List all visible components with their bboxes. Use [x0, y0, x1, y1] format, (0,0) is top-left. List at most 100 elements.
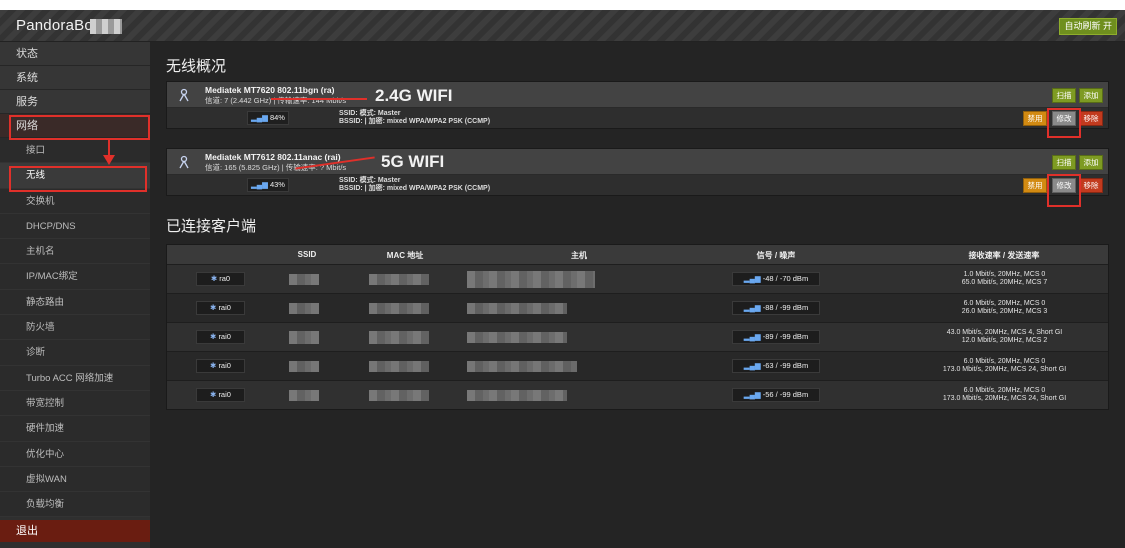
remove-button[interactable]: 移除 [1079, 178, 1103, 193]
ssid-redacted [289, 303, 319, 314]
signal-noise-value: -63 / -99 dBm [762, 361, 809, 370]
col-rate: 接收速率 / 发送速率 [968, 251, 1040, 260]
ssid-line: SSID: 模式: Master [339, 177, 401, 184]
radio-panel-2g: Mediatek MT7620 802.11bgn (ra) 信道: 7 (2.… [166, 81, 1109, 129]
sidebar-item-ip-mac-binding[interactable]: IP/MAC绑定 [0, 264, 150, 290]
rx-rate: 6.0 Mbit/s, 20MHz, MCS 0 [963, 387, 1046, 394]
sidebar-item-hw-accel[interactable]: 硬件加速 [0, 416, 150, 442]
sidebar-item-static-routes[interactable]: 静态路由 [0, 289, 150, 316]
sidebar-item-bandwidth[interactable]: 带宽控制 [0, 390, 150, 417]
signal-noise: ▂▄▆ -56 / -99 dBm [732, 388, 820, 402]
iface-badge: ✱ rai0 [196, 388, 245, 402]
annotation-label-5g: 5G WIFI [381, 152, 445, 171]
signal-noise-value: -88 / -99 dBm [762, 303, 809, 312]
sidebar-item-hostnames[interactable]: 主机名 [0, 239, 150, 265]
disable-button[interactable]: 禁用 [1023, 111, 1047, 126]
wifi-icon: ✱ [210, 274, 218, 283]
signal-bars-icon: ▂▄▆ [743, 303, 761, 312]
ssid-redacted [289, 274, 319, 285]
sidebar-item-status[interactable]: 状态 [0, 42, 150, 66]
rate-info: 6.0 Mbit/s, 20MHz, MCS 0 26.0 Mbit/s, 20M… [927, 300, 1082, 316]
col-signal: 信号 / 噪声 [756, 251, 796, 260]
host-redacted [467, 390, 567, 401]
overview-title: 无线概况 [166, 58, 227, 75]
mac-redacted [369, 331, 429, 344]
table-row: ✱ rai0 ▂▄▆ -56 / -99 dBm 6.0 Mbit/s, 20M… [167, 380, 1108, 409]
auto-refresh-toggle[interactable]: 自动刷新 开 [1059, 18, 1117, 35]
rate-info: 43.0 Mbit/s, 20MHz, MCS 4, Short GI 12.0 … [927, 329, 1082, 345]
radio-header: Mediatek MT7620 802.11bgn (ra) 信道: 7 (2.… [167, 82, 1108, 108]
mac-redacted [369, 390, 429, 401]
main-content: 无线概况 Mediatek MT7620 802.11bgn (ra) 信道: … [150, 42, 1125, 548]
signal-noise-value: -56 / -99 dBm [762, 390, 809, 399]
host-redacted [467, 271, 595, 288]
antenna-icon [177, 88, 191, 102]
mac-redacted [369, 303, 429, 314]
sidebar-item-interfaces[interactable]: 接口 [0, 138, 150, 164]
signal-bars-icon: ▂▄▆ [743, 274, 761, 283]
hostname-redacted [90, 19, 122, 34]
iface-badge: ✱ rai0 [196, 301, 245, 315]
col-mac: MAC 地址 [386, 251, 424, 260]
radio-device-name: Mediatek MT7612 802.11anac (rai) [205, 152, 341, 162]
signal-bars-icon: ▂▄▆ [743, 390, 761, 399]
sidebar-item-services[interactable]: 服务 [0, 90, 150, 114]
app-header: PandoraBox 自动刷新 开 [0, 10, 1125, 42]
sidebar-item-turbo-acc[interactable]: Turbo ACC 网络加速 [0, 365, 150, 391]
wifi-icon: ✱ [210, 303, 217, 312]
tx-rate: 173.0 Mbit/s, 20MHz, MCS 24, Short GI [942, 366, 1067, 373]
remove-button[interactable]: 移除 [1079, 111, 1103, 126]
ssid-redacted [289, 390, 319, 401]
scan-button[interactable]: 扫描 [1052, 155, 1076, 170]
sidebar-item-virtual-wan[interactable]: 虚拟WAN [0, 466, 150, 493]
rx-rate: 6.0 Mbit/s, 20MHz, MCS 0 [963, 300, 1046, 307]
disable-button[interactable]: 禁用 [1023, 178, 1047, 193]
wifi-icon: ✱ [210, 361, 217, 370]
table-row: ✱ rai0 ▂▄▆ -88 / -99 dBm 6.0 Mbit/s, 20M… [167, 293, 1108, 322]
bssid-line: BSSID: | 加密: mixed WPA/WPA2 PSK (CCMP) [339, 185, 491, 192]
annotation-box-wireless [9, 166, 147, 192]
signal-noise-value: -48 / -70 dBm [762, 274, 809, 283]
radio-network-row: ▂▄▆ 84% SSID: 模式: Master BSSID: | 加密: mi… [167, 108, 1108, 128]
tx-rate: 12.0 Mbit/s, 20MHz, MCS 2 [961, 337, 1048, 344]
wifi-icon: ✱ [210, 332, 217, 341]
signal-quality: ▂▄▆ 43% [247, 178, 289, 192]
annotation-box-edit-5g [1047, 174, 1081, 207]
tx-rate: 173.0 Mbit/s, 20MHz, MCS 24, Short GI [942, 395, 1067, 402]
sidebar-item-optimize[interactable]: 优化中心 [0, 441, 150, 467]
radio-network-row: ▂▄▆ 43% SSID: 模式: Master BSSID: | 加密: mi… [167, 175, 1108, 195]
iface-badge: ✱ rai0 [196, 330, 245, 344]
signal-bars-icon: ▂▄▆ [743, 332, 761, 341]
rate-info: 6.0 Mbit/s, 20MHz, MCS 0 173.0 Mbit/s, 20… [927, 387, 1082, 403]
brand-logo[interactable]: PandoraBox [16, 17, 101, 34]
sidebar-item-firewall[interactable]: 防火墙 [0, 315, 150, 341]
col-ssid: SSID [297, 250, 317, 259]
sidebar-item-system[interactable]: 系统 [0, 66, 150, 90]
signal-bars-icon: ▂▄▆ [251, 113, 268, 122]
ssid-line: SSID: 模式: Master [339, 110, 401, 117]
radio-header: Mediatek MT7612 802.11anac (rai) 信道: 165… [167, 149, 1108, 175]
iface-name: rai0 [218, 390, 231, 399]
table-header: SSID MAC 地址 主机 信号 / 噪声 接收速率 / 发送速率 [167, 245, 1108, 264]
annotation-box-edit-2g [1047, 108, 1081, 138]
signal-noise: ▂▄▆ -63 / -99 dBm [732, 359, 820, 373]
add-button[interactable]: 添加 [1079, 155, 1103, 170]
rx-rate: 43.0 Mbit/s, 20MHz, MCS 4, Short GI [946, 329, 1063, 336]
sidebar-item-diagnostics[interactable]: 诊断 [0, 340, 150, 366]
top-margin [0, 0, 1125, 10]
table-row: ✱ rai0 ▂▄▆ -89 / -99 dBm 43.0 Mbit/s, 20… [167, 322, 1108, 351]
scan-button[interactable]: 扫描 [1052, 88, 1076, 103]
signal-noise-value: -89 / -99 dBm [762, 332, 809, 341]
signal-bars-icon: ▂▄▆ [743, 361, 761, 370]
rx-rate: 6.0 Mbit/s, 20MHz, MCS 0 [963, 358, 1046, 365]
radio-device-name: Mediatek MT7620 802.11bgn (ra) [205, 85, 335, 95]
sidebar-item-switch[interactable]: 交换机 [0, 188, 150, 214]
annotation-arrow-2g [271, 98, 367, 100]
sidebar-item-logout[interactable]: 退出 [0, 520, 150, 542]
radio-channel-info: 信道: 7 (2.442 GHz) | 传输速率: 144 Mbit/s [205, 96, 347, 105]
add-button[interactable]: 添加 [1079, 88, 1103, 103]
sidebar-item-dhcp-dns[interactable]: DHCP/DNS [0, 213, 150, 240]
sidebar-item-load-balance[interactable]: 负载均衡 [0, 492, 150, 518]
annotation-box-network [9, 115, 150, 140]
table-row: ✱ rai0 ▂▄▆ -63 / -99 dBm 6.0 Mbit/s, 20M… [167, 351, 1108, 380]
